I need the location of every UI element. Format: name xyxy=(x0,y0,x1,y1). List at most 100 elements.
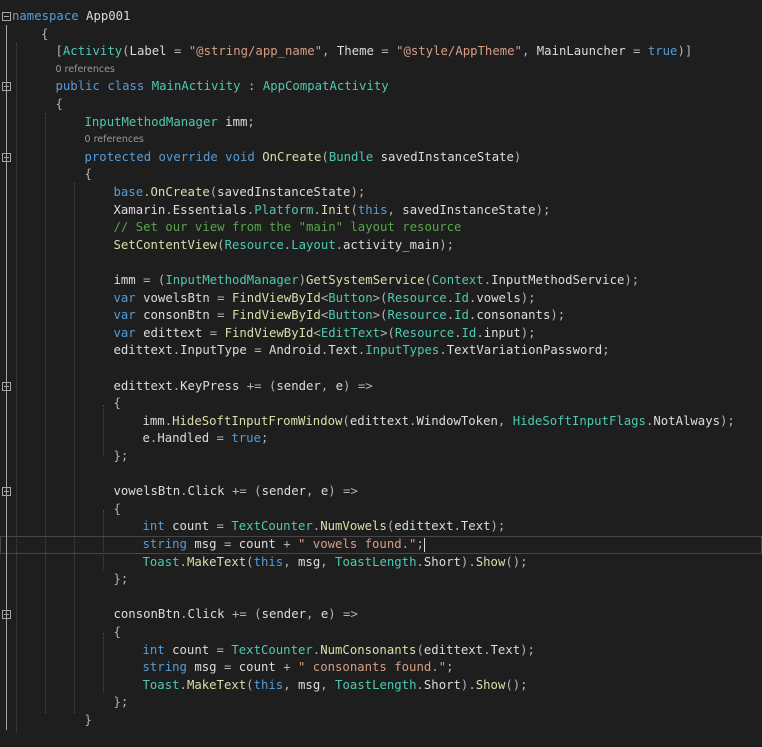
code-token: SetContentView xyxy=(113,237,218,252)
code-token: sender xyxy=(261,607,307,622)
code-token: . xyxy=(165,202,173,217)
code-line[interactable]: InputMethodManager imm; xyxy=(0,114,762,132)
code-line[interactable] xyxy=(0,589,762,607)
code-token: . xyxy=(164,413,173,428)
code-token: Layout xyxy=(291,237,336,252)
code-token: Handled xyxy=(157,431,217,446)
code-line[interactable]: { xyxy=(0,96,762,114)
code-line[interactable]: { xyxy=(0,26,762,44)
code-token: ( xyxy=(122,44,130,59)
codelens-line[interactable]: 0 references xyxy=(0,131,762,149)
code-line[interactable]: string msg = count + " consonants found.… xyxy=(0,659,762,677)
code-line[interactable] xyxy=(0,466,762,484)
code-token: InputType xyxy=(180,343,255,358)
code-token: } xyxy=(84,713,92,727)
code-line[interactable]: int count = TextCounter. NumConsonants(ed… xyxy=(0,642,762,660)
indent-guide xyxy=(103,405,104,455)
indent-guide xyxy=(16,43,17,733)
code-text: protected override void OnCreate(Bundle … xyxy=(85,149,522,167)
code-token: ); xyxy=(720,413,735,428)
code-token: , xyxy=(320,378,336,393)
code-token: Click xyxy=(187,484,232,499)
code-line[interactable]: base.OnCreate(savedInstanceState); xyxy=(0,184,762,202)
code-token: e xyxy=(142,431,150,446)
code-token: . xyxy=(416,554,424,569)
code-line[interactable]: Toast.MakeText(this, msg, ToastLength.Sh… xyxy=(0,554,762,572)
code-editor[interactable]: namespace App001{[Activity(Label = "@str… xyxy=(0,0,762,738)
code-line[interactable]: }; xyxy=(0,448,762,466)
code-token: = xyxy=(216,431,232,446)
code-line[interactable]: { xyxy=(0,624,762,642)
code-line[interactable]: protected override void OnCreate(Bundle … xyxy=(0,149,762,167)
code-token: . xyxy=(143,185,151,199)
code-token: . xyxy=(335,237,344,252)
indent-guide xyxy=(103,510,104,570)
code-token: NumVowels xyxy=(320,519,387,534)
code-token: this xyxy=(357,202,388,217)
code-line[interactable]: var edittext = FindViewById<EditText>(Re… xyxy=(0,325,762,343)
code-token: ) => xyxy=(343,378,373,393)
code-line[interactable]: e.Handled = true; xyxy=(0,430,762,448)
code-token: msg xyxy=(298,554,321,569)
code-line[interactable]: } xyxy=(0,712,762,730)
code-line[interactable]: var vowelsBtn = FindViewById<Button>(Res… xyxy=(0,290,762,308)
code-line[interactable]: edittext.InputType = Android.Text.InputT… xyxy=(0,342,762,360)
code-line[interactable]: consonBtn.Click += (sender, e) => xyxy=(0,606,762,624)
code-line[interactable]: }; xyxy=(0,571,762,589)
code-line[interactable]: namespace App001 xyxy=(0,8,762,26)
code-line[interactable]: { xyxy=(0,166,762,184)
code-line[interactable]: string msg = count + " vowels found."; xyxy=(0,536,762,554)
code-line[interactable] xyxy=(0,254,762,272)
references-codelens[interactable]: 0 references xyxy=(85,134,144,146)
code-line[interactable]: imm.HideSoftInputFromWindow(edittext.Win… xyxy=(0,413,762,431)
code-token: , xyxy=(387,202,403,217)
code-token: ); xyxy=(535,202,551,217)
code-line[interactable]: public class MainActivity : AppCompatAct… xyxy=(0,78,762,96)
code-line[interactable] xyxy=(0,730,762,747)
code-token: , xyxy=(320,677,336,692)
code-line[interactable] xyxy=(0,360,762,378)
code-token: count xyxy=(172,642,217,657)
code-token: consonants xyxy=(476,308,551,323)
code-token: Theme xyxy=(336,44,382,59)
code-line[interactable]: Xamarin.Essentials.Platform.Init(this, s… xyxy=(0,202,762,220)
code-line[interactable]: Toast.MakeText(this, msg, ToastLength.Sh… xyxy=(0,677,762,695)
code-line[interactable]: vowelsBtn.Click += (sender, e) => xyxy=(0,483,762,501)
code-token: = xyxy=(254,343,269,358)
code-token: sender xyxy=(261,484,307,499)
code-token: KeyPress xyxy=(180,378,247,393)
code-token: InputTypes xyxy=(365,343,440,358)
code-line[interactable]: { xyxy=(0,501,762,519)
code-token: { xyxy=(113,396,121,411)
code-token: input xyxy=(483,325,521,340)
code-token: { xyxy=(41,26,49,41)
code-token: ); xyxy=(624,273,640,287)
code-token: savedInstanceState xyxy=(402,202,536,217)
code-token: Essentials xyxy=(172,202,247,217)
code-line[interactable]: int count = TextCounter.NumVowels(editte… xyxy=(0,518,762,536)
code-line[interactable]: imm = (InputMethodManager)GetSystemServi… xyxy=(0,272,762,290)
code-token: this xyxy=(253,677,284,692)
code-text: } xyxy=(85,712,92,730)
code-text: namespace App001 xyxy=(12,8,130,26)
code-line[interactable]: // Set our view from the "main" layout r… xyxy=(0,219,762,237)
references-codelens[interactable]: 0 references xyxy=(56,64,115,76)
code-token: = ( xyxy=(143,273,166,287)
code-token: Short xyxy=(423,677,461,692)
code-token: GetSystemService xyxy=(306,273,425,287)
code-text: int count = TextCounter. NumConsonants(ed… xyxy=(143,642,535,660)
code-token: ). xyxy=(460,677,476,692)
code-line[interactable]: [Activity(Label = "@string/app_name", Th… xyxy=(0,43,762,61)
collapse-icon[interactable] xyxy=(2,12,11,21)
code-token: Resource xyxy=(394,325,455,340)
code-line[interactable]: SetContentView(Resource.Layout.activity_… xyxy=(0,237,762,255)
codelens-line[interactable]: 0 references xyxy=(0,61,762,79)
code-text: imm = (InputMethodManager)GetSystemServi… xyxy=(114,272,640,290)
code-line[interactable]: { xyxy=(0,395,762,413)
code-line[interactable]: var consonBtn = FindViewById<Button>(Res… xyxy=(0,307,762,325)
code-token: = xyxy=(217,308,232,323)
code-token: { xyxy=(113,625,121,639)
code-line[interactable]: edittext.KeyPress += (sender, e) => xyxy=(0,378,762,396)
code-token: EditText xyxy=(320,325,381,340)
code-line[interactable]: }; xyxy=(0,694,762,712)
